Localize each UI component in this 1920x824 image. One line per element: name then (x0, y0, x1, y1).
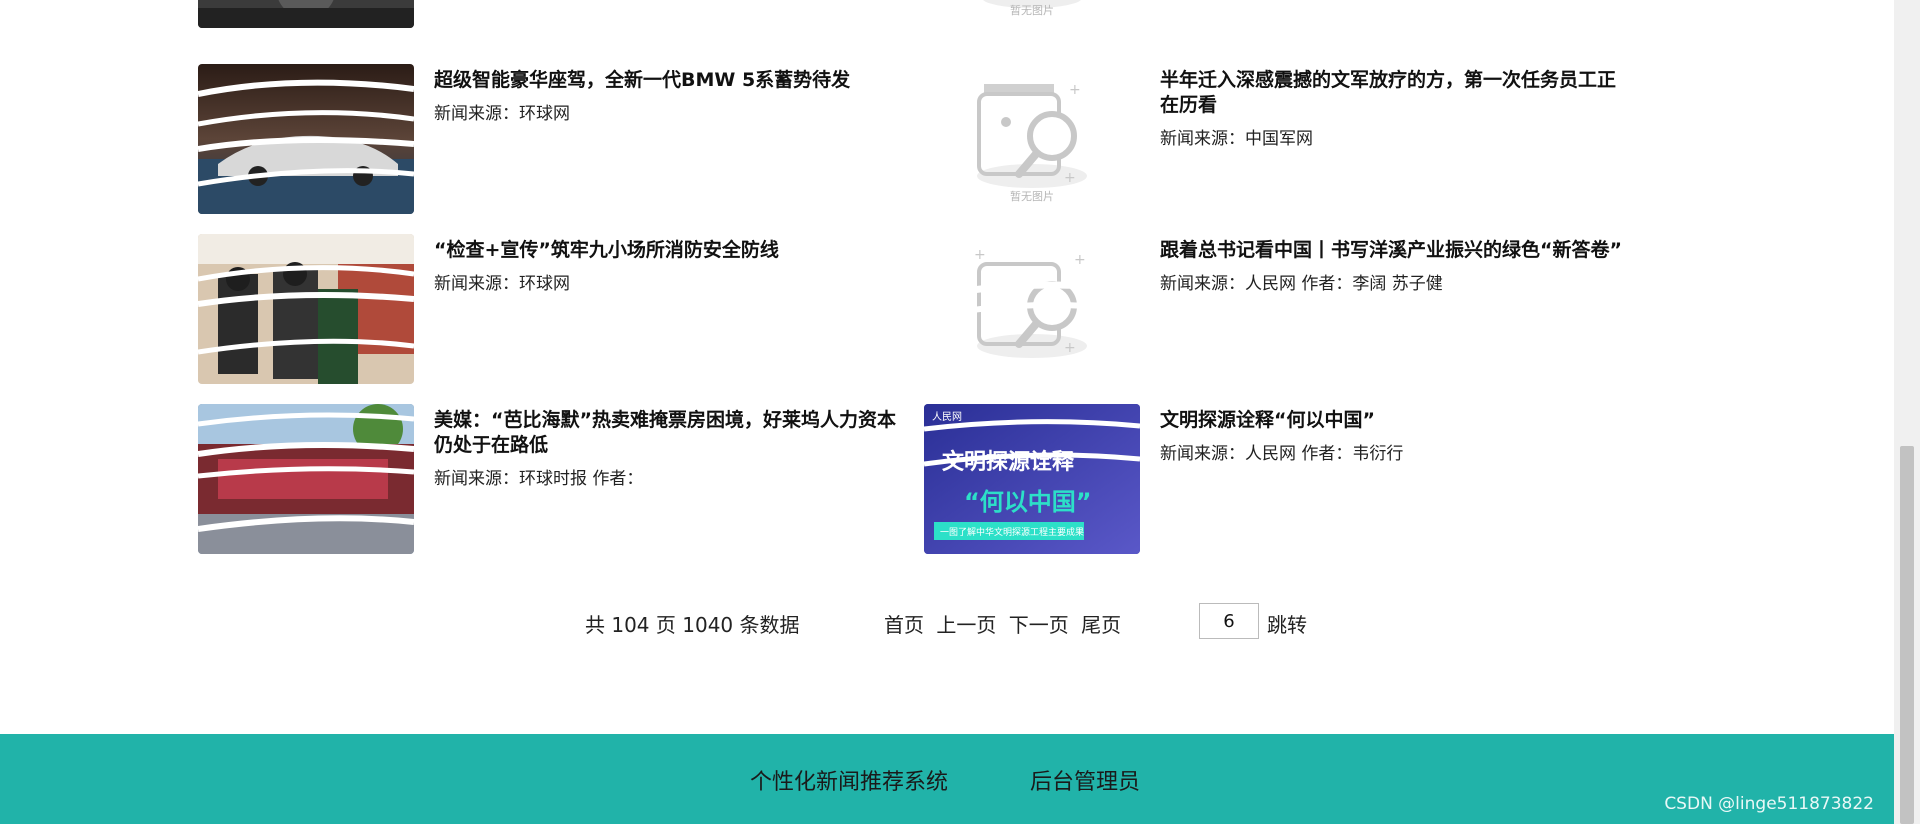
svg-text:+: + (1064, 170, 1076, 186)
news-item[interactable]: 人民网 文明探源诠释 “何以中国” 一图了解中华文明探源工程主要成果 文明探源诠… (924, 404, 1654, 554)
footer-admin-link[interactable]: 后台管理员 (1030, 764, 1140, 796)
svg-text:+: + (1069, 82, 1081, 98)
svg-text:+: + (974, 247, 986, 263)
news-text: 文明探源诠释“何以中国” 新闻来源：人民网 作者：韦衍行 (1160, 408, 1630, 464)
news-title[interactable]: 超级智能豪华座驾，全新一代BMW 5系蓄势待发 (434, 68, 904, 93)
news-title[interactable]: 美媒：“芭比海默”热卖难掩票房困境，好莱坞人力资本仍处于在路低 (434, 408, 904, 458)
svg-text:+: + (1074, 252, 1086, 268)
vertical-scrollbar[interactable] (1894, 0, 1920, 824)
news-source: 新闻来源：人民网 作者：李阔 苏子健 (1160, 274, 1443, 294)
news-item[interactable]: + + + 跟着总书记看中国丨书写洋溪产业振兴的绿色“新答卷” 新闻来源：人民网… (924, 234, 1654, 384)
news-thumbnail[interactable] (198, 64, 414, 214)
prev-page-link[interactable]: 上一页 (936, 613, 996, 637)
poster-line1: 文明探源诠释 (942, 450, 1075, 475)
no-image-icon: + + + (943, 247, 1125, 358)
news-text: “检查+宣传”筑牢九小场所消防安全防线 新闻来源：环球网 (434, 238, 904, 294)
news-text: 半年迁入深感震撼的文军放疗的方，第一次任务员工正在历看 新闻来源：中国军网 (1160, 68, 1630, 149)
news-item[interactable]: 超级智能豪华座驾，全新一代BMW 5系蓄势待发 新闻来源：环球网 (198, 64, 928, 214)
scrollbar-thumb[interactable] (1900, 446, 1914, 824)
next-page-link[interactable]: 下一页 (1009, 613, 1069, 637)
news-source: 新闻来源：人民网 作者：韦衍行 (1160, 444, 1404, 464)
poster-logo: 人民网 (932, 412, 962, 423)
news-source: 新闻来源：环球网 (434, 274, 570, 294)
news-title[interactable]: 跟着总书记看中国丨书写洋溪产业振兴的绿色“新答卷” (1160, 238, 1630, 263)
news-item[interactable]: 美媒：“芭比海默”热卖难掩票房困境，好莱坞人力资本仍处于在路低 新闻来源：环球时… (198, 404, 928, 554)
news-title[interactable]: 文明探源诠释“何以中国” (1160, 408, 1630, 433)
news-grid: 暂无图片 超级智能豪华座驾，全新一代BMW 5系蓄势待发 新闻来源：环球网 + … (0, 0, 1900, 560)
poster-line2: “何以中国” (964, 488, 1092, 516)
market-photo-icon (198, 234, 414, 384)
news-thumbnail[interactable] (198, 0, 414, 28)
news-source: 新闻来源：环球时报 作者： (434, 469, 644, 489)
news-source: 新闻来源：中国军网 (1160, 129, 1313, 149)
jump-button[interactable]: 跳转 (1267, 609, 1307, 638)
news-thumbnail-placeholder[interactable]: 暂无图片 (924, 0, 1140, 28)
footer-system-link[interactable]: 个性化新闻推荐系统 (750, 764, 948, 796)
news-text: 跟着总书记看中国丨书写洋溪产业振兴的绿色“新答卷” 新闻来源：人民网 作者：李阔… (1160, 238, 1630, 294)
news-text: 美媒：“芭比海默”热卖难掩票房困境，好莱坞人力资本仍处于在路低 新闻来源：环球时… (434, 408, 904, 489)
news-thumbnail[interactable] (198, 234, 414, 384)
footer: 个性化新闻推荐系统 后台管理员 CSDN @linge511873822 (0, 734, 1894, 824)
news-item[interactable]: + + 暂无图片 半年迁入深感震撼的文军放疗的方，第一次任务员工正在历看 新闻来… (924, 64, 1654, 214)
news-thumbnail-placeholder[interactable]: + + 暂无图片 (924, 64, 1140, 214)
poster-caption: 一图了解中华文明探源工程主要成果 (940, 528, 1085, 538)
news-thumbnail[interactable]: 人民网 文明探源诠释 “何以中国” 一图了解中华文明探源工程主要成果 (924, 404, 1140, 554)
csdn-watermark: CSDN @linge511873822 (1664, 794, 1874, 814)
pagination: 共 104 页 1040 条数据 首页 上一页 下一页 尾页 跳转 (0, 602, 1900, 642)
pagination-links: 首页 上一页 下一页 尾页 (884, 609, 1127, 638)
news-thumbnail-placeholder[interactable]: + + + (924, 234, 1140, 384)
pagination-total: 共 104 页 1040 条数据 (585, 613, 800, 637)
news-item[interactable]: “检查+宣传”筑牢九小场所消防安全防线 新闻来源：环球网 (198, 234, 928, 384)
dark-photo-icon (198, 0, 414, 28)
car-photo-icon (198, 64, 414, 214)
news-title[interactable]: 半年迁入深感震撼的文军放疗的方，第一次任务员工正在历看 (1160, 68, 1630, 118)
news-text: 超级智能豪华座驾，全新一代BMW 5系蓄势待发 新闻来源：环球网 (434, 68, 904, 124)
page-number-input[interactable] (1199, 603, 1259, 639)
news-source: 新闻来源：环球网 (434, 104, 570, 124)
news-list-page: 暂无图片 超级智能豪华座驾，全新一代BMW 5系蓄势待发 新闻来源：环球网 + … (0, 0, 1920, 824)
svg-text:+: + (1064, 340, 1076, 356)
news-item-partial-left[interactable] (198, 0, 928, 28)
news-item-partial-right[interactable]: 暂无图片 (924, 0, 1654, 28)
news-thumbnail[interactable] (198, 404, 414, 554)
cinema-photo-icon (198, 404, 414, 554)
news-title[interactable]: “检查+宣传”筑牢九小场所消防安全防线 (434, 238, 904, 263)
no-image-caption: 暂无图片 (1010, 4, 1054, 17)
no-image-caption: 暂无图片 (1010, 190, 1054, 203)
last-page-link[interactable]: 尾页 (1081, 613, 1121, 637)
first-page-link[interactable]: 首页 (884, 613, 924, 637)
